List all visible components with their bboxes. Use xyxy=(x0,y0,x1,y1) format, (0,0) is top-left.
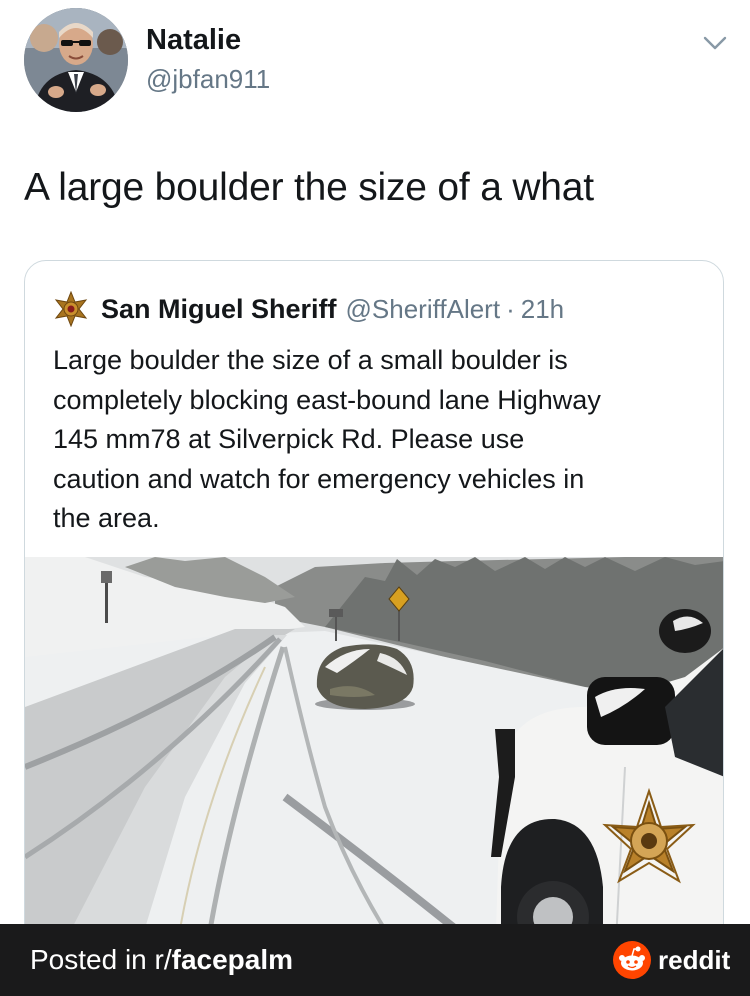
author-name[interactable]: Natalie xyxy=(146,24,241,57)
quoted-text-line: completely blocking east-bound lane High… xyxy=(53,384,601,415)
reddit-footer: Posted in r/facepalm reddit xyxy=(0,924,750,996)
quoted-author-name[interactable]: San Miguel Sheriff xyxy=(101,294,337,325)
sheriff-star-icon xyxy=(54,291,88,327)
quoted-text-line: the area. xyxy=(53,503,160,533)
posted-prefix: Posted in r/ xyxy=(30,944,172,975)
boulder-road-photo[interactable] xyxy=(25,557,724,960)
posted-in-label: Posted in r/facepalm xyxy=(30,944,293,976)
subreddit-link[interactable]: facepalm xyxy=(172,944,293,975)
quoted-text-line: 145 mm78 at Silverpick Rd. Please use xyxy=(53,424,525,454)
avatar-photo xyxy=(24,8,128,112)
reddit-wordmark: reddit xyxy=(658,945,731,975)
quoted-text-line: Large boulder the size of a small boulde… xyxy=(53,345,568,375)
quoted-text-line: caution and watch for emergency vehicles… xyxy=(53,463,585,494)
quoted-timestamp[interactable]: 21h xyxy=(521,294,564,325)
reddit-logo-icon xyxy=(613,941,651,979)
quoted-tweet-header: San Miguel Sheriff @SheriffAlert · 21h xyxy=(53,291,564,327)
chevron-down-icon[interactable] xyxy=(700,32,730,54)
quoted-tweet-card[interactable]: San Miguel Sheriff @SheriffAlert · 21h L… xyxy=(24,260,724,960)
author-handle[interactable]: @jbfan911 xyxy=(146,64,270,95)
author-avatar[interactable] xyxy=(24,8,128,112)
tweet-text: A large boulder the size of a what xyxy=(24,166,594,209)
quoted-author-handle[interactable]: @SheriffAlert xyxy=(346,294,501,325)
separator-dot: · xyxy=(506,293,515,324)
quoted-tweet-text: Large boulder the size of a small boulde… xyxy=(53,341,713,539)
